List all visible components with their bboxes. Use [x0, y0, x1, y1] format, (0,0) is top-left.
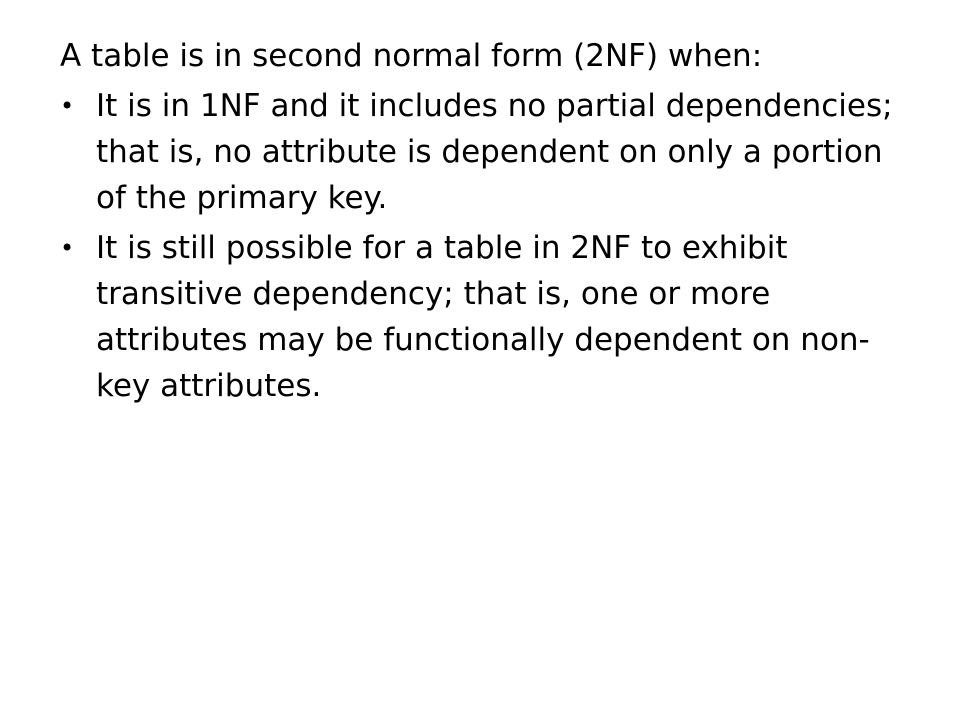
bullet-dot-icon: •: [60, 234, 75, 262]
bullet-text: It is in 1NF and it includes no partial …: [96, 88, 893, 216]
slide-canvas: A table is in second normal form (2NF) w…: [0, 0, 960, 720]
bullet-dot-icon: •: [60, 92, 75, 120]
bullet-transitive-dependency: • It is still possible for a table in 2N…: [60, 225, 920, 409]
second-normal-form-intro: A table is in second normal form (2NF) w…: [60, 38, 763, 74]
definition-bullet-list: • It is in 1NF and it includes no partia…: [60, 83, 920, 409]
bullet-text: It is still possible for a table in 2NF …: [96, 230, 870, 404]
slide-content: A table is in second normal form (2NF) w…: [60, 33, 920, 413]
bullet-partial-dependency: • It is in 1NF and it includes no partia…: [60, 83, 920, 221]
